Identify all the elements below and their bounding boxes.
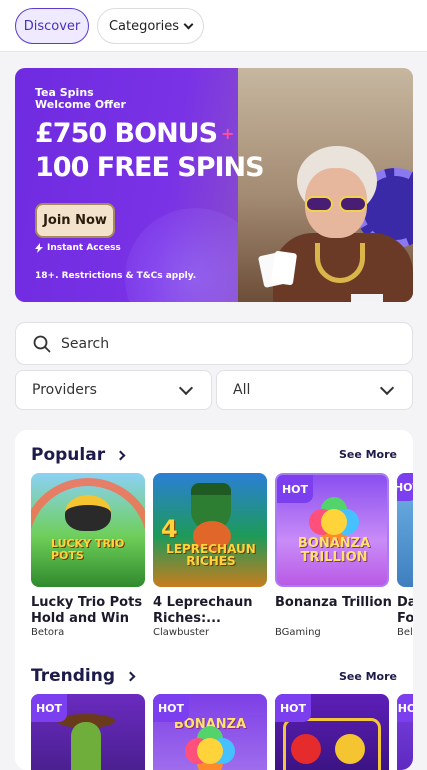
top-nav: Discover Categories: [0, 0, 427, 52]
chevron-down-icon: [183, 19, 194, 29]
flower-art: [321, 509, 347, 535]
hot-badge: HOT: [397, 473, 413, 501]
providers-select[interactable]: Providers: [15, 370, 212, 410]
cactus-art: [71, 722, 101, 770]
chevron-down-icon: [178, 380, 194, 396]
hot-badge: HOT: [153, 694, 189, 722]
trending-section-header[interactable]: Trending: [31, 666, 136, 686]
instant-access-note: Instant Access: [35, 243, 121, 253]
categories-label: Categories: [108, 18, 180, 34]
game-name[interactable]: Lucky Trio Pots Hold and Win: [31, 595, 151, 627]
instant-access-label: Instant Access: [47, 243, 121, 253]
popular-heading: Popular: [31, 445, 106, 465]
join-now-button[interactable]: Join Now: [35, 203, 115, 238]
join-now-label: Join Now: [43, 213, 107, 228]
game-tile-leprechaun-riches[interactable]: 4 LEPRECHAUN RICHES: [153, 473, 267, 587]
games-panel: Popular See More LUCKY TRIO POTS Lucky T…: [15, 430, 413, 770]
providers-label: Providers: [32, 382, 97, 398]
game-provider: Betora: [31, 627, 65, 638]
game-tile-lucky-trio-pots[interactable]: LUCKY TRIO POTS: [31, 473, 145, 587]
flower-art: [197, 738, 223, 764]
game-tile-partial[interactable]: HOT: [397, 473, 413, 587]
chevron-right-icon: [115, 450, 126, 460]
game-name[interactable]: Da Fo: [397, 595, 413, 627]
game-logo-number: 4: [161, 515, 178, 543]
lightning-icon: [35, 243, 43, 253]
game-logo: BONANZA TRILLION: [297, 536, 371, 565]
hot-badge: HOT: [31, 694, 67, 722]
free-spins-text: 100 FREE SPINS: [35, 152, 265, 183]
sunglasses-icon: [305, 196, 369, 212]
hot-badge: HO: [397, 694, 413, 722]
game-name[interactable]: Bonanza Trillion: [275, 595, 395, 611]
game-tile-trending-2[interactable]: BONANZA HOT: [153, 694, 267, 770]
popular-see-more-link[interactable]: See More: [339, 448, 397, 461]
game-name[interactable]: 4 Leprechaun Riches:...: [153, 595, 273, 627]
banner-bonus-headline: £750 BONUS + 100 FREE SPINS: [35, 117, 265, 185]
search-input[interactable]: Search: [15, 322, 413, 365]
discover-label: Discover: [23, 18, 81, 34]
banner-title-line2: Welcome Offer: [35, 98, 126, 111]
game-logo: LUCKY TRIO POTS: [51, 537, 125, 562]
popular-section-header[interactable]: Popular: [31, 445, 126, 465]
hot-badge: HOT: [277, 475, 313, 503]
cherry-icon: [291, 734, 321, 764]
game-tile-trending-3[interactable]: HOT: [275, 694, 389, 770]
search-placeholder: Search: [61, 335, 110, 352]
terms-text: 18+. Restrictions & T&Cs apply.: [35, 271, 197, 281]
search-icon: [33, 335, 51, 352]
game-tile-bonanza-trillion[interactable]: BONANZA TRILLION HOT: [275, 473, 389, 587]
promo-banner[interactable]: Tea Spins Welcome Offer £750 BONUS + 100 …: [15, 68, 413, 302]
filter-all-label: All: [233, 382, 251, 398]
lemon-icon: [335, 734, 365, 764]
game-provider: Bel: [397, 627, 413, 638]
bonus-amount: £750 BONUS: [35, 118, 218, 149]
categories-dropdown[interactable]: Categories: [97, 8, 204, 44]
category-filter-select[interactable]: All: [216, 370, 413, 410]
trending-heading: Trending: [31, 666, 116, 686]
discover-tab[interactable]: Discover: [15, 8, 89, 44]
plus-sign: +: [221, 124, 234, 143]
game-logo: LEPRECHAUN RICHES: [166, 542, 256, 568]
hot-badge: HOT: [275, 694, 311, 722]
game-provider: BGaming: [275, 627, 321, 638]
game-provider: Clawbuster: [153, 627, 210, 638]
game-tile-trending-4[interactable]: HO: [397, 694, 413, 770]
gold-pot-art: [65, 495, 111, 531]
playing-card-icon: [270, 250, 298, 286]
chevron-down-icon: [379, 380, 395, 396]
teacup-icon: [351, 294, 383, 302]
chevron-right-icon: [125, 671, 136, 681]
banner-offer-title: Tea Spins Welcome Offer: [35, 87, 155, 111]
game-tile-trending-1[interactable]: HOT: [31, 694, 145, 770]
trending-see-more-link[interactable]: See More: [339, 670, 397, 683]
